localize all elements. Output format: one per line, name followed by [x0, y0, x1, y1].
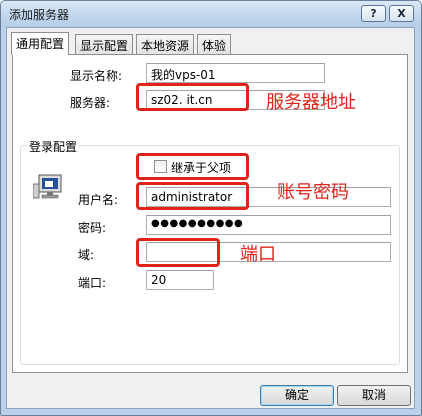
password-input[interactable]: ●●●●●●●●●●: [146, 215, 391, 235]
password-label: 密码:: [78, 221, 107, 235]
help-button[interactable]: ?: [361, 5, 386, 22]
computer-monitor-icon: [33, 174, 62, 199]
login-config-title: 登录配置: [27, 138, 80, 155]
port-label: 端口:: [78, 276, 107, 290]
help-icon: ?: [370, 7, 377, 20]
server-highlight-box: [136, 83, 249, 111]
tab-experience[interactable]: 体验: [197, 34, 232, 54]
ok-button[interactable]: 确定: [260, 385, 334, 406]
password-highlight-box: [136, 182, 249, 210]
close-button[interactable]: X: [389, 5, 414, 22]
username-label: 用户名:: [78, 193, 119, 207]
tab-display[interactable]: 显示配置: [75, 34, 134, 54]
title-bar[interactable]: 添加服务器 ? X: [1, 1, 421, 27]
port-annotation: 端口: [240, 244, 276, 265]
account-annotation: 账号密码: [277, 182, 349, 203]
server-annotation: 服务器地址: [266, 92, 356, 113]
port-highlight-box: [136, 238, 220, 267]
domain-label: 域:: [78, 248, 95, 262]
display-name-input[interactable]: 我的vps-01: [146, 63, 325, 83]
window-title: 添加服务器: [9, 8, 70, 22]
display-name-label: 显示名称:: [70, 69, 123, 83]
close-icon: X: [397, 7, 406, 20]
username-highlight-box: [136, 153, 249, 180]
port-input[interactable]: 20: [146, 270, 214, 290]
cancel-button[interactable]: 取消: [337, 385, 411, 406]
server-label: 服务器:: [70, 96, 111, 110]
tab-general[interactable]: 通用配置: [11, 32, 70, 55]
tab-local-resources[interactable]: 本地资源: [136, 34, 195, 54]
